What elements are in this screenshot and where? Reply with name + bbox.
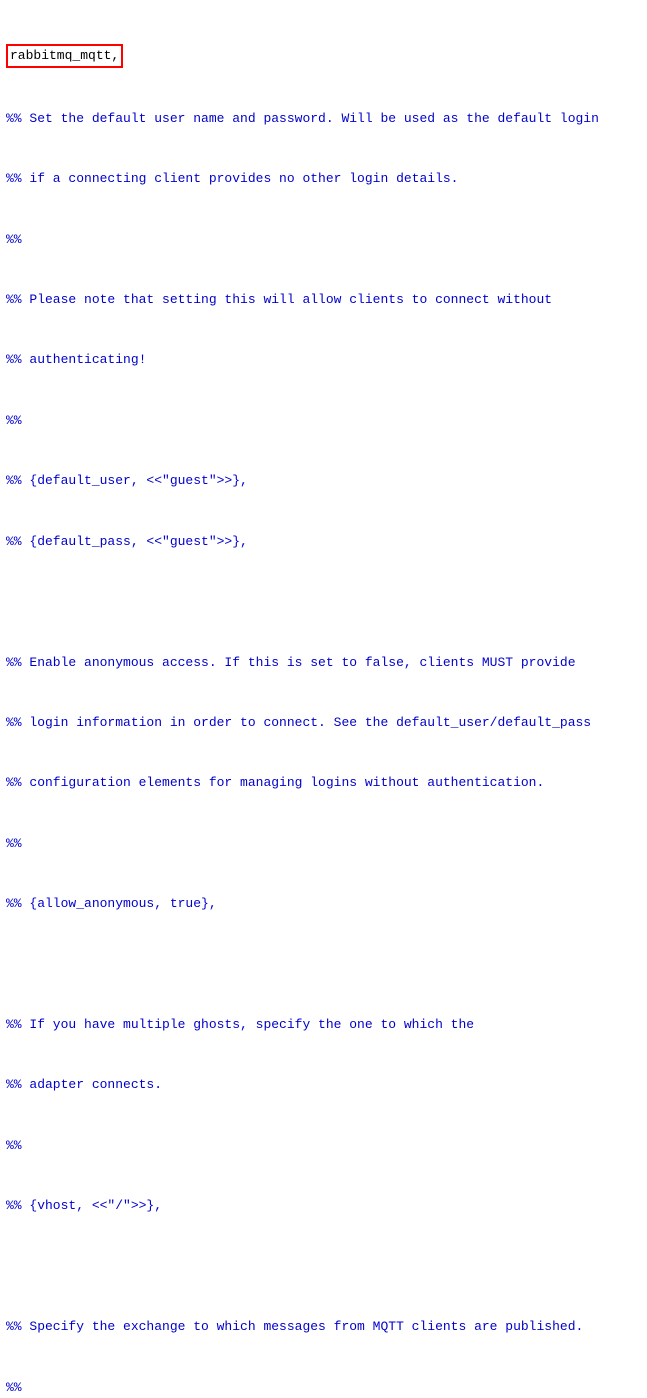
line-5: %% authenticating! xyxy=(6,350,641,370)
line-17: %% adapter connects. xyxy=(6,1075,641,1095)
line-6: %% xyxy=(6,411,641,431)
line-blank-2 xyxy=(6,955,641,975)
line-2: %% if a connecting client provides no ot… xyxy=(6,169,641,189)
line-13: %% xyxy=(6,834,641,854)
line-18: %% xyxy=(6,1136,641,1156)
title-highlight: rabbitmq_mqtt, xyxy=(6,44,123,68)
line-4: %% Please note that setting this will al… xyxy=(6,290,641,310)
line-7: %% {default_user, <<"guest">>}, xyxy=(6,471,641,491)
line-21: %% Specify the exchange to which message… xyxy=(6,1317,641,1337)
line-11: %% login information in order to connect… xyxy=(6,713,641,733)
line-14: %% {allow_anonymous, true}, xyxy=(6,894,641,914)
line-8: %% {default_pass, <<"guest">>}, xyxy=(6,532,641,552)
line-22: %% xyxy=(6,1378,641,1398)
line-3: %% xyxy=(6,230,641,250)
code-container: rabbitmq_mqtt, %% Set the default user n… xyxy=(0,0,647,1398)
line-blank-3 xyxy=(6,1257,641,1277)
line-19: %% {vhost, <<"/">>}, xyxy=(6,1196,641,1216)
line-1: %% Set the default user name and passwor… xyxy=(6,109,641,129)
line-16: %% If you have multiple ghosts, specify … xyxy=(6,1015,641,1035)
line-12: %% configuration elements for managing l… xyxy=(6,773,641,793)
line-title: rabbitmq_mqtt, xyxy=(6,44,641,68)
line-blank-1 xyxy=(6,592,641,612)
line-10: %% Enable anonymous access. If this is s… xyxy=(6,653,641,673)
